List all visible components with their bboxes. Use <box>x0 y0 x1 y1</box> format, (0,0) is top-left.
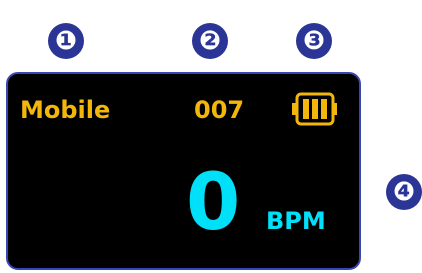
device-display: Mobile 007 0 BPM <box>6 72 361 270</box>
heart-rate-unit: BPM <box>266 207 326 235</box>
battery-full-icon <box>292 92 337 126</box>
annotated-device-illustration: ❶ ❷ ❸ ❹ Mobile 007 0 BPM <box>0 0 422 273</box>
battery-bar <box>321 99 327 119</box>
callout-2: ❷ <box>192 23 228 59</box>
callout-3: ❸ <box>296 23 332 59</box>
battery-bar <box>312 99 318 119</box>
callout-1: ❶ <box>48 23 84 59</box>
channel-number: 007 <box>194 96 245 124</box>
mode-label: Mobile <box>20 96 111 124</box>
callout-4: ❹ <box>386 174 422 210</box>
battery-bar <box>303 99 309 119</box>
heart-rate-value: 0 <box>186 158 241 248</box>
